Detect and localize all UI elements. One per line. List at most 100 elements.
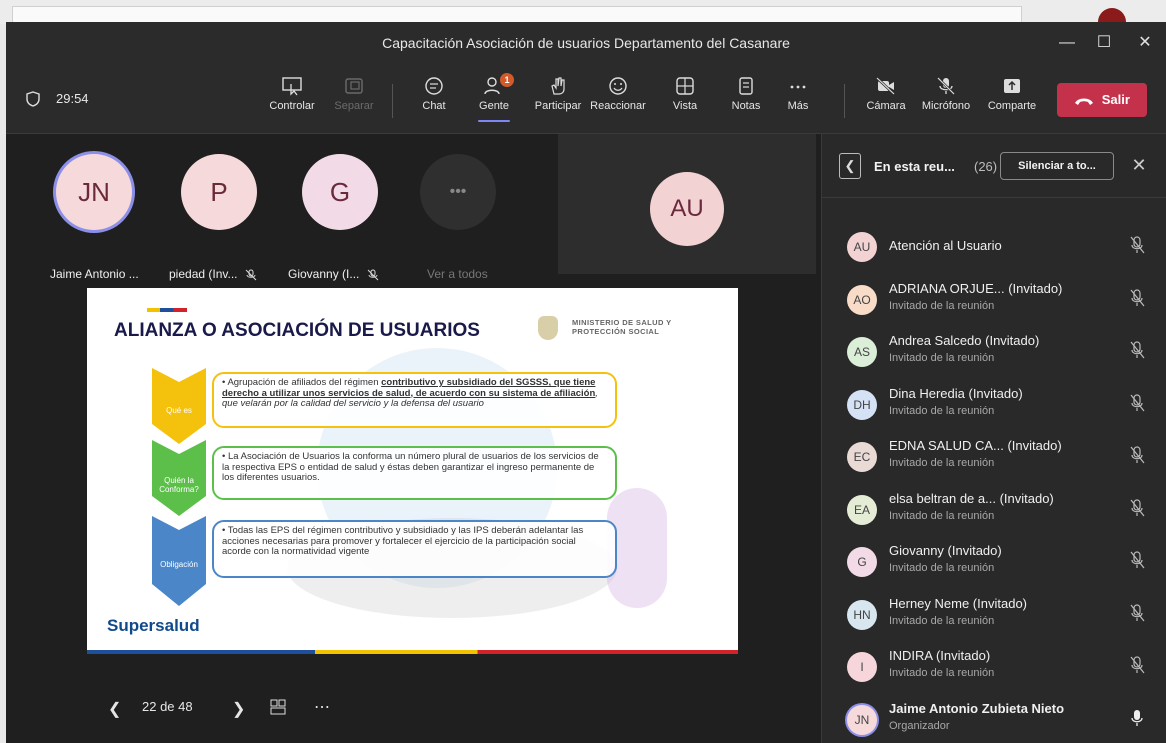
box-text: • La Asociación de Usuarios la conforma … — [222, 451, 599, 483]
definition-box: • Agrupación de afiliados del régimen co… — [212, 372, 617, 428]
participant-name: Herney Neme (Invitado) — [889, 595, 1027, 611]
mic-off-icon — [1130, 551, 1145, 569]
react-label: Reaccionar — [590, 100, 646, 112]
chat-label: Chat — [422, 100, 446, 112]
participant-tile-name: Giovanny (I... — [288, 267, 379, 281]
share-control-icon — [282, 77, 302, 96]
previous-slide-button[interactable]: ❮ — [108, 699, 121, 719]
control-button[interactable]: Controlar — [264, 76, 320, 112]
participant-role: Invitado de la reunión — [889, 667, 995, 679]
participant-tile[interactable]: JN — [56, 154, 132, 230]
avatar: DH — [847, 389, 877, 420]
tile-name-text: piedad (Inv... — [169, 267, 238, 281]
more-button[interactable]: Más — [770, 76, 826, 112]
notes-label: Notas — [731, 100, 761, 112]
avatar: JN — [847, 704, 877, 735]
mic-off-icon — [937, 77, 955, 95]
next-slide-button[interactable]: ❯ — [232, 699, 245, 719]
react-button[interactable]: Reaccionar — [590, 76, 646, 112]
raise-hand-icon — [551, 77, 565, 95]
teams-meeting-window: Capacitación Asociación de usuarios Depa… — [6, 22, 1166, 743]
see-all-tile[interactable]: ••• — [420, 154, 496, 230]
mic-off-icon — [1130, 288, 1145, 306]
participant-name: Dina Heredia (Invitado) — [889, 385, 1023, 401]
composition-box: • La Asociación de Usuarios la conforma … — [212, 446, 617, 500]
row-label: Obligación — [160, 560, 198, 569]
leave-button[interactable]: Salir — [1057, 83, 1147, 117]
people-label: Gente — [479, 100, 509, 112]
participant-row[interactable]: AU Atención al Usuario — [822, 222, 1166, 274]
toolbar-divider — [392, 84, 393, 118]
view-button[interactable]: Vista — [657, 76, 713, 112]
window-title: Capacitación Asociación de usuarios Depa… — [382, 35, 790, 51]
avatar: G — [847, 547, 877, 577]
camera-off-icon — [876, 77, 895, 95]
slide-footer-stripe — [87, 650, 738, 654]
chat-button[interactable]: Chat — [406, 76, 462, 112]
participant-row[interactable]: EA elsa beltran de a... (Invitado) Invitad… — [822, 485, 1166, 537]
camera-label: Cámara — [866, 100, 906, 112]
close-panel-button[interactable]: ✕ — [1126, 152, 1152, 178]
active-speaker-tile[interactable]: AU — [558, 134, 816, 274]
back-button[interactable]: ❮ — [839, 153, 861, 179]
row-label: Quién la Conforma? — [159, 476, 199, 494]
notes-button[interactable]: Notas — [718, 76, 774, 112]
participant-role: Invitado de la reunión — [889, 352, 995, 364]
more-icon — [790, 85, 806, 89]
participant-row[interactable]: AS Andrea Salcedo (Invitado) Invitado de l… — [822, 327, 1166, 379]
participant-role: Invitado de la reunión — [889, 614, 995, 627]
mic-off-icon — [1130, 446, 1145, 464]
raise-hand-button[interactable]: Participar — [530, 76, 586, 112]
mic-off-icon — [246, 269, 257, 281]
participant-role: Invitado de la reunión — [889, 299, 995, 312]
participant-role: Invitado de la reunión — [889, 457, 995, 469]
leave-label: Salir — [1101, 92, 1130, 107]
avatar: AU — [650, 172, 724, 246]
tile-name-text: Jaime Antonio ... — [50, 267, 139, 281]
participant-role: Invitado de la reunión — [889, 509, 995, 522]
camera-button[interactable]: Cámara — [858, 76, 914, 112]
slide-title: ALIANZA O ASOCIACIÓN DE USUARIOS — [114, 320, 480, 341]
participant-role: Invitado de la reunión — [889, 404, 995, 417]
popout-button[interactable]: Separar — [326, 76, 382, 112]
participant-row[interactable]: AO ADRIANA ORJUE... (Invitado) Invitado de… — [822, 275, 1166, 327]
emoji-icon — [609, 77, 627, 95]
participant-count: (26) — [974, 159, 998, 174]
participant-name: Andrea Salcedo (Invitado) — [889, 333, 1040, 348]
mic-off-icon — [1130, 603, 1145, 621]
avatar: EC — [847, 442, 877, 472]
microphone-button[interactable]: Micrófono — [918, 76, 974, 112]
avatar: AU — [847, 232, 877, 262]
participant-row[interactable]: I INDIRA (Invitado) Invitado de la reunión — [822, 642, 1166, 694]
meeting-toolbar: 29:54 Controlar Separar Chat 1 Gente Par… — [6, 64, 1166, 134]
mic-off-icon — [1130, 236, 1145, 254]
participant-name: ADRIANA ORJUE... (Invitado) — [889, 280, 1063, 296]
participant-row[interactable]: DH Dina Heredia (Invitado) Invitado de la … — [822, 380, 1166, 432]
participant-row[interactable]: HN Herney Neme (Invitado) Invitado de la r… — [822, 590, 1166, 642]
mute-all-button[interactable]: Silenciar a to... — [1000, 152, 1114, 180]
participant-tile[interactable]: G — [302, 154, 378, 230]
avatar: P — [181, 154, 257, 230]
share-button[interactable]: Comparte — [984, 76, 1040, 112]
minimize-button[interactable]: — — [1052, 30, 1082, 56]
close-window-button[interactable]: ✕ — [1130, 30, 1160, 56]
mic-off-icon — [1130, 393, 1145, 411]
microphone-label: Micrófono — [921, 100, 971, 112]
participant-row[interactable]: EC EDNA SALUD CA... (Invitado) Invitado de… — [822, 432, 1166, 484]
participant-row[interactable]: G Giovanny (Invitado) Invitado de la reuni… — [822, 537, 1166, 589]
participant-name: INDIRA (Invitado) — [889, 648, 991, 663]
title-bar: Capacitación Asociación de usuarios Depa… — [6, 22, 1166, 64]
more-icon: ••• — [420, 154, 496, 230]
people-button[interactable]: 1 Gente — [466, 73, 522, 122]
browser-background — [0, 0, 1166, 36]
participant-tile[interactable]: P — [181, 154, 257, 230]
slide-more-button[interactable]: ⋯ — [314, 697, 330, 717]
slide-grid-button[interactable] — [270, 699, 286, 718]
maximize-button[interactable]: ☐ — [1089, 30, 1119, 56]
phone-hangup-icon — [1075, 98, 1094, 105]
participant-row[interactable]: JN Jaime Antonio Zubieta Nieto Organizador — [822, 695, 1166, 743]
more-label: Más — [787, 100, 809, 112]
mic-off-icon — [1130, 341, 1145, 359]
avatar: HN — [847, 599, 877, 630]
avatar: EA — [847, 494, 877, 525]
